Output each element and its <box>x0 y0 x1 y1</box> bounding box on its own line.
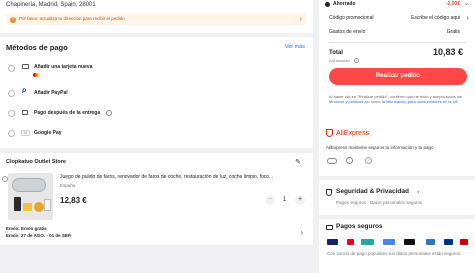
secure-payments-title: Pagos seguros <box>336 223 383 230</box>
shipping-cost-value: Gratis <box>446 29 460 35</box>
legal-text: Al hacer clic en "Realizar pedido", conf… <box>329 94 469 105</box>
radio-button[interactable] <box>8 90 15 97</box>
product-origin: España <box>60 183 76 188</box>
payment-method-label: Añadir PayPal <box>34 90 68 96</box>
saved-value: -2,00€ <box>445 1 460 7</box>
amex-logo-icon <box>426 239 435 245</box>
secure-payments-card: Pagos seguros Con socios de pago popular… <box>319 219 475 273</box>
chevron-right-icon[interactable]: › <box>300 229 303 237</box>
address-warning-text: Por favor, actualiza tu dirección para r… <box>19 16 125 21</box>
payment-methods-card: Métodos de pago Ver más Añadir una tarje… <box>0 37 313 148</box>
card-icon <box>326 225 333 230</box>
payment-method-card[interactable]: Añadir una tarjeta nueva <box>0 62 313 82</box>
payment-method-googlepay[interactable]: G Google Pay <box>0 127 313 141</box>
shield-icon <box>326 129 333 137</box>
legal-text-part2: así como la <box>364 99 385 105</box>
promo-input[interactable]: Escribe el código aqui <box>411 16 460 21</box>
info-icon[interactable]: i <box>354 58 359 63</box>
increase-button[interactable]: + <box>295 195 305 205</box>
vat-note: IVA incluido <box>329 58 350 63</box>
shipping-cost-label: Gastos de envío <box>329 29 366 35</box>
eu-consumer-info-link[interactable]: información para consumidores en la UE <box>386 99 458 104</box>
headlight-shape <box>12 178 46 192</box>
chevron-right-icon[interactable]: › <box>300 16 302 23</box>
radio-button[interactable] <box>8 65 15 72</box>
edit-icon[interactable]: ✎ <box>295 159 301 166</box>
aliexpress-trust-card: AliExpress AliExpress mantiene seguros t… <box>319 122 475 176</box>
see-more-link[interactable]: Ver más <box>285 44 305 51</box>
chevron-right-icon[interactable]: › <box>417 189 419 196</box>
radio-button[interactable] <box>8 130 15 137</box>
chevron-right-icon[interactable]: › <box>467 15 469 22</box>
coupon-icon <box>325 2 330 7</box>
product-image[interactable] <box>8 173 53 220</box>
payment-method-cod[interactable]: Pago después de la entrega i <box>0 107 313 121</box>
maestro-logo-icon <box>460 239 468 245</box>
sofort-logo-icon <box>383 239 395 245</box>
address-line: Chapinería, Madrid, Spain, 28001 <box>6 2 96 8</box>
trust-badge-icon <box>327 158 337 164</box>
product-title[interactable]: Juego de pulido de faros, renovador de f… <box>60 174 303 181</box>
payment-method-label: Pago después de la entrega <box>34 110 101 116</box>
payment-logos <box>327 238 471 246</box>
address-warning: ! Por favor, actualiza tu dirección para… <box>6 14 306 25</box>
saved-label: Ahorrado <box>333 1 356 7</box>
place-order-button[interactable]: Realizar pedido <box>329 68 467 85</box>
divider <box>329 42 467 43</box>
chevron-down-icon[interactable]: ⌄ <box>464 1 469 7</box>
total-label: Total <box>329 50 343 56</box>
kit-pad-shape <box>34 202 44 212</box>
visa-logo-icon <box>327 239 338 245</box>
store-name[interactable]: Clopkatuo Outlet Store <box>6 159 66 166</box>
secure-payments-description: Con socios de pago populares tus datos p… <box>327 251 462 256</box>
trust-badge-icon <box>365 157 372 164</box>
payment-method-label: Google Pay <box>34 130 62 136</box>
security-card[interactable]: Seguridad & Privacidad › Pagos seguros ·… <box>319 180 475 215</box>
shipping-label: Envío: Envío gratis <box>6 226 47 231</box>
terms-link[interactable]: términos y políticas <box>329 99 363 104</box>
total-value: 10,83 € <box>432 47 463 57</box>
promo-label: Código promocional <box>329 15 374 21</box>
radio-button[interactable] <box>8 110 15 117</box>
product-price: 12,83 € <box>60 196 87 205</box>
kit-sponge-shape <box>23 203 32 211</box>
paypal-icon: P <box>22 89 27 95</box>
store-card: Clopkatuo Outlet Store ✎ Juego de pulido… <box>0 153 313 245</box>
legal-text-part1: Al hacer clic en "Realizar pedido", conf… <box>329 94 462 99</box>
trust-badge-icon <box>346 157 353 164</box>
aliexpress-tagline: AliExpress mantiene seguros tu informaci… <box>326 145 434 150</box>
kit-cup-shape <box>44 199 51 211</box>
address-card: Chapinería, Madrid, Spain, 28001 ! Por f… <box>0 0 313 33</box>
info-icon[interactable]: i <box>106 110 112 116</box>
applepay-logo-icon <box>404 239 415 245</box>
mastercard-icon <box>33 73 39 77</box>
payment-title: Métodos de pago <box>6 43 68 52</box>
paypal-logo-icon <box>444 239 453 245</box>
google-pay-icon: G <box>21 130 30 136</box>
warning-icon: ! <box>10 16 16 23</box>
shipping-dates: Envío: 27 de AGO. - 01 de SEP. <box>6 233 72 238</box>
decrease-button[interactable]: − <box>265 195 275 205</box>
aliexpress-brand: AliExpress <box>336 130 370 137</box>
payment-method-label: Añadir una tarjeta nueva <box>34 64 93 70</box>
quantity-stepper: − 1 + <box>265 195 305 206</box>
place-order-label: Realizar pedido <box>375 73 421 79</box>
delivery-icon <box>22 110 28 115</box>
quantity-value[interactable]: 1 <box>283 197 286 203</box>
security-subtitle: Pagos seguros · Datos personales seguros <box>336 200 423 205</box>
payment-method-paypal[interactable]: P Añadir PayPal <box>0 87 313 101</box>
shield-check-icon <box>326 189 332 196</box>
security-title: Seguridad & Privacidad <box>336 188 409 195</box>
card-icon <box>22 64 29 69</box>
bizum-logo-icon <box>361 239 374 245</box>
kit-bottle-shape <box>14 197 21 211</box>
mastercard-logo-icon <box>347 239 354 245</box>
